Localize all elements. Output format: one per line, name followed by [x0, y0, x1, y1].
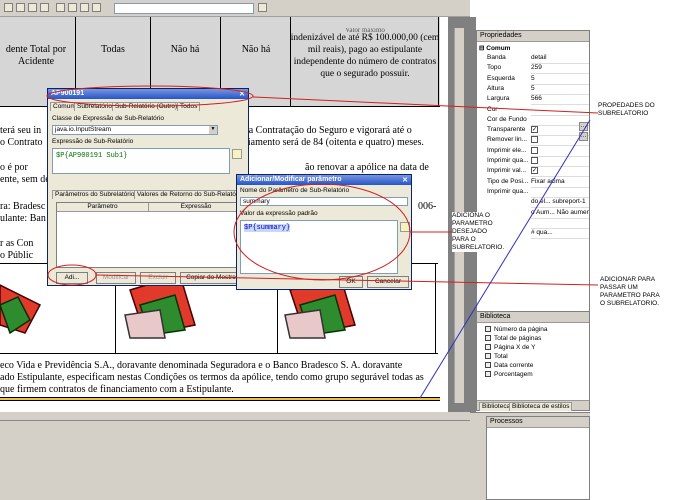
annotation-parametro: ADICIONA O PARAMETRO DESEJADO PARA O SUB… — [452, 212, 505, 252]
annotation-ellipse-param — [233, 183, 411, 281]
annotation-propriedades: PROPEDADES DO SUBRELATORIO — [598, 102, 655, 117]
annotation-overlay — [46, 85, 599, 399]
annotation-line — [95, 274, 599, 286]
annotation-ellipse-add — [47, 264, 97, 286]
annotation-adicionar: ADICIONAR PARA PASSAR UM PARAMETRO PARA … — [600, 276, 660, 307]
annotation-pointer-line — [419, 119, 591, 399]
annotation-line — [252, 96, 599, 114]
annotation-ellipse-title — [46, 85, 254, 107]
